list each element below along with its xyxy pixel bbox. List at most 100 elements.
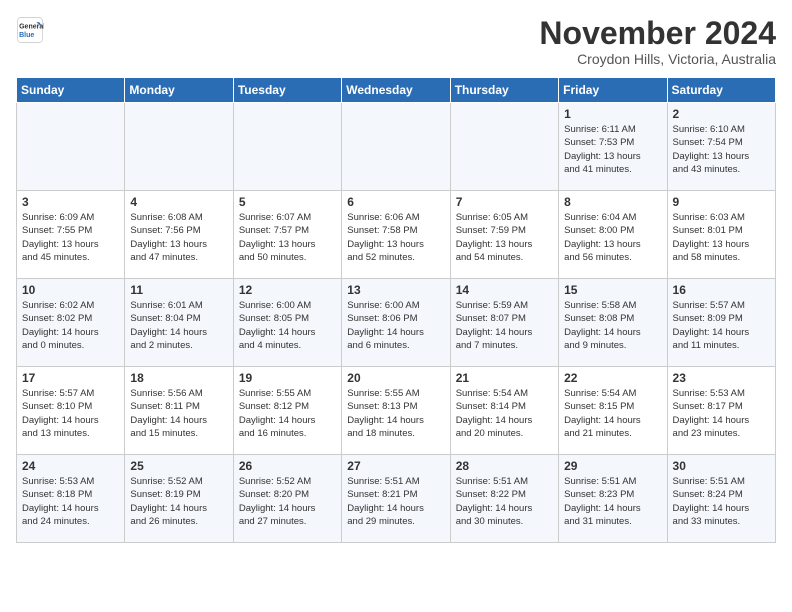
day-detail: Sunrise: 5:51 AM Sunset: 8:21 PM Dayligh… <box>347 475 444 528</box>
day-detail: Sunrise: 6:05 AM Sunset: 7:59 PM Dayligh… <box>456 211 553 264</box>
calendar-table: SundayMondayTuesdayWednesdayThursdayFrid… <box>16 77 776 543</box>
calendar-header-tuesday: Tuesday <box>233 78 341 103</box>
day-detail: Sunrise: 5:55 AM Sunset: 8:12 PM Dayligh… <box>239 387 336 440</box>
calendar-header-monday: Monday <box>125 78 233 103</box>
day-number: 5 <box>239 195 336 209</box>
day-detail: Sunrise: 6:07 AM Sunset: 7:57 PM Dayligh… <box>239 211 336 264</box>
calendar-header-row: SundayMondayTuesdayWednesdayThursdayFrid… <box>17 78 776 103</box>
day-detail: Sunrise: 5:51 AM Sunset: 8:22 PM Dayligh… <box>456 475 553 528</box>
calendar-cell: 16Sunrise: 5:57 AM Sunset: 8:09 PM Dayli… <box>667 279 775 367</box>
day-number: 27 <box>347 459 444 473</box>
day-number: 16 <box>673 283 770 297</box>
day-number: 18 <box>130 371 227 385</box>
day-number: 21 <box>456 371 553 385</box>
calendar-header-wednesday: Wednesday <box>342 78 450 103</box>
calendar-cell: 14Sunrise: 5:59 AM Sunset: 8:07 PM Dayli… <box>450 279 558 367</box>
subtitle: Croydon Hills, Victoria, Australia <box>539 51 776 67</box>
calendar-cell: 21 Sunrise: 5:54 AM Sunset: 8:14 PM Dayli… <box>450 367 558 455</box>
calendar-cell: 27 Sunrise: 5:51 AM Sunset: 8:21 PM Dayli… <box>342 455 450 543</box>
day-detail: Sunrise: 6:04 AM Sunset: 8:00 PM Dayligh… <box>564 211 661 264</box>
calendar-cell: 24 Sunrise: 5:53 AM Sunset: 8:18 PM Dayli… <box>17 455 125 543</box>
day-detail: Sunrise: 5:53 AM Sunset: 8:17 PM Dayligh… <box>673 387 770 440</box>
calendar-cell: 30 Sunrise: 5:51 AM Sunset: 8:24 PM Dayli… <box>667 455 775 543</box>
day-detail: Sunrise: 5:54 AM Sunset: 8:14 PM Dayligh… <box>456 387 553 440</box>
calendar-cell: 28 Sunrise: 5:51 AM Sunset: 8:22 PM Dayli… <box>450 455 558 543</box>
calendar-cell: 26 Sunrise: 5:52 AM Sunset: 8:20 PM Dayli… <box>233 455 341 543</box>
day-number: 2 <box>673 107 770 121</box>
calendar-cell: 4Sunrise: 6:08 AM Sunset: 7:56 PM Daylig… <box>125 191 233 279</box>
title-area: November 2024 Croydon Hills, Victoria, A… <box>539 16 776 67</box>
day-detail: Sunrise: 6:02 AM Sunset: 8:02 PM Dayligh… <box>22 299 119 352</box>
calendar-cell <box>125 103 233 191</box>
day-detail: Sunrise: 5:51 AM Sunset: 8:24 PM Dayligh… <box>673 475 770 528</box>
calendar-cell <box>233 103 341 191</box>
calendar-cell: 5 Sunrise: 6:07 AM Sunset: 7:57 PM Daylig… <box>233 191 341 279</box>
calendar-cell: 9 Sunrise: 6:03 AM Sunset: 8:01 PM Daylig… <box>667 191 775 279</box>
day-number: 23 <box>673 371 770 385</box>
calendar-cell: 25 Sunrise: 5:52 AM Sunset: 8:19 PM Dayli… <box>125 455 233 543</box>
day-number: 10 <box>22 283 119 297</box>
day-detail: Sunrise: 6:10 AM Sunset: 7:54 PM Dayligh… <box>673 123 770 176</box>
day-detail: Sunrise: 6:01 AM Sunset: 8:04 PM Dayligh… <box>130 299 227 352</box>
day-number: 4 <box>130 195 227 209</box>
day-number: 25 <box>130 459 227 473</box>
calendar-cell: 18 Sunrise: 5:56 AM Sunset: 8:11 PM Dayli… <box>125 367 233 455</box>
month-title: November 2024 <box>539 16 776 51</box>
calendar-header-friday: Friday <box>559 78 667 103</box>
day-detail: Sunrise: 6:06 AM Sunset: 7:58 PM Dayligh… <box>347 211 444 264</box>
day-detail: Sunrise: 5:54 AM Sunset: 8:15 PM Dayligh… <box>564 387 661 440</box>
calendar-cell: 3Sunrise: 6:09 AM Sunset: 7:55 PM Daylig… <box>17 191 125 279</box>
day-number: 7 <box>456 195 553 209</box>
day-detail: Sunrise: 5:58 AM Sunset: 8:08 PM Dayligh… <box>564 299 661 352</box>
calendar-cell <box>17 103 125 191</box>
calendar-cell: 13Sunrise: 6:00 AM Sunset: 8:06 PM Dayli… <box>342 279 450 367</box>
day-detail: Sunrise: 5:52 AM Sunset: 8:19 PM Dayligh… <box>130 475 227 528</box>
day-number: 15 <box>564 283 661 297</box>
calendar-cell: 15 Sunrise: 5:58 AM Sunset: 8:08 PM Dayli… <box>559 279 667 367</box>
day-detail: Sunrise: 5:57 AM Sunset: 8:10 PM Dayligh… <box>22 387 119 440</box>
day-number: 19 <box>239 371 336 385</box>
day-detail: Sunrise: 6:11 AM Sunset: 7:53 PM Dayligh… <box>564 123 661 176</box>
logo-icon: General Blue <box>16 16 44 44</box>
calendar-cell: 7 Sunrise: 6:05 AM Sunset: 7:59 PM Daylig… <box>450 191 558 279</box>
day-number: 28 <box>456 459 553 473</box>
logo: General Blue <box>16 16 44 44</box>
day-number: 12 <box>239 283 336 297</box>
calendar-cell: 8Sunrise: 6:04 AM Sunset: 8:00 PM Daylig… <box>559 191 667 279</box>
day-number: 3 <box>22 195 119 209</box>
day-number: 22 <box>564 371 661 385</box>
day-detail: Sunrise: 6:00 AM Sunset: 8:05 PM Dayligh… <box>239 299 336 352</box>
calendar-week-2: 3Sunrise: 6:09 AM Sunset: 7:55 PM Daylig… <box>17 191 776 279</box>
header: General Blue November 2024 Croydon Hills… <box>16 16 776 67</box>
calendar-cell <box>450 103 558 191</box>
day-number: 29 <box>564 459 661 473</box>
calendar-header-thursday: Thursday <box>450 78 558 103</box>
day-number: 24 <box>22 459 119 473</box>
day-number: 9 <box>673 195 770 209</box>
day-number: 26 <box>239 459 336 473</box>
day-detail: Sunrise: 5:52 AM Sunset: 8:20 PM Dayligh… <box>239 475 336 528</box>
calendar-cell: 20Sunrise: 5:55 AM Sunset: 8:13 PM Dayli… <box>342 367 450 455</box>
calendar-header-sunday: Sunday <box>17 78 125 103</box>
calendar-week-4: 17 Sunrise: 5:57 AM Sunset: 8:10 PM Dayli… <box>17 367 776 455</box>
calendar-week-3: 10 Sunrise: 6:02 AM Sunset: 8:02 PM Dayli… <box>17 279 776 367</box>
calendar-cell: 6 Sunrise: 6:06 AM Sunset: 7:58 PM Daylig… <box>342 191 450 279</box>
day-detail: Sunrise: 5:53 AM Sunset: 8:18 PM Dayligh… <box>22 475 119 528</box>
calendar-cell: 23 Sunrise: 5:53 AM Sunset: 8:17 PM Dayli… <box>667 367 775 455</box>
day-number: 30 <box>673 459 770 473</box>
calendar-cell: 19 Sunrise: 5:55 AM Sunset: 8:12 PM Dayli… <box>233 367 341 455</box>
calendar-body: 1Sunrise: 6:11 AM Sunset: 7:53 PM Daylig… <box>17 103 776 543</box>
calendar-cell: 2 Sunrise: 6:10 AM Sunset: 7:54 PM Daylig… <box>667 103 775 191</box>
calendar-cell: 1Sunrise: 6:11 AM Sunset: 7:53 PM Daylig… <box>559 103 667 191</box>
day-detail: Sunrise: 5:51 AM Sunset: 8:23 PM Dayligh… <box>564 475 661 528</box>
day-number: 6 <box>347 195 444 209</box>
svg-text:Blue: Blue <box>19 32 34 39</box>
day-detail: Sunrise: 6:03 AM Sunset: 8:01 PM Dayligh… <box>673 211 770 264</box>
calendar-week-5: 24 Sunrise: 5:53 AM Sunset: 8:18 PM Dayli… <box>17 455 776 543</box>
day-number: 17 <box>22 371 119 385</box>
day-number: 11 <box>130 283 227 297</box>
calendar-cell <box>342 103 450 191</box>
day-detail: Sunrise: 5:59 AM Sunset: 8:07 PM Dayligh… <box>456 299 553 352</box>
day-detail: Sunrise: 5:56 AM Sunset: 8:11 PM Dayligh… <box>130 387 227 440</box>
calendar-cell: 22 Sunrise: 5:54 AM Sunset: 8:15 PM Dayli… <box>559 367 667 455</box>
